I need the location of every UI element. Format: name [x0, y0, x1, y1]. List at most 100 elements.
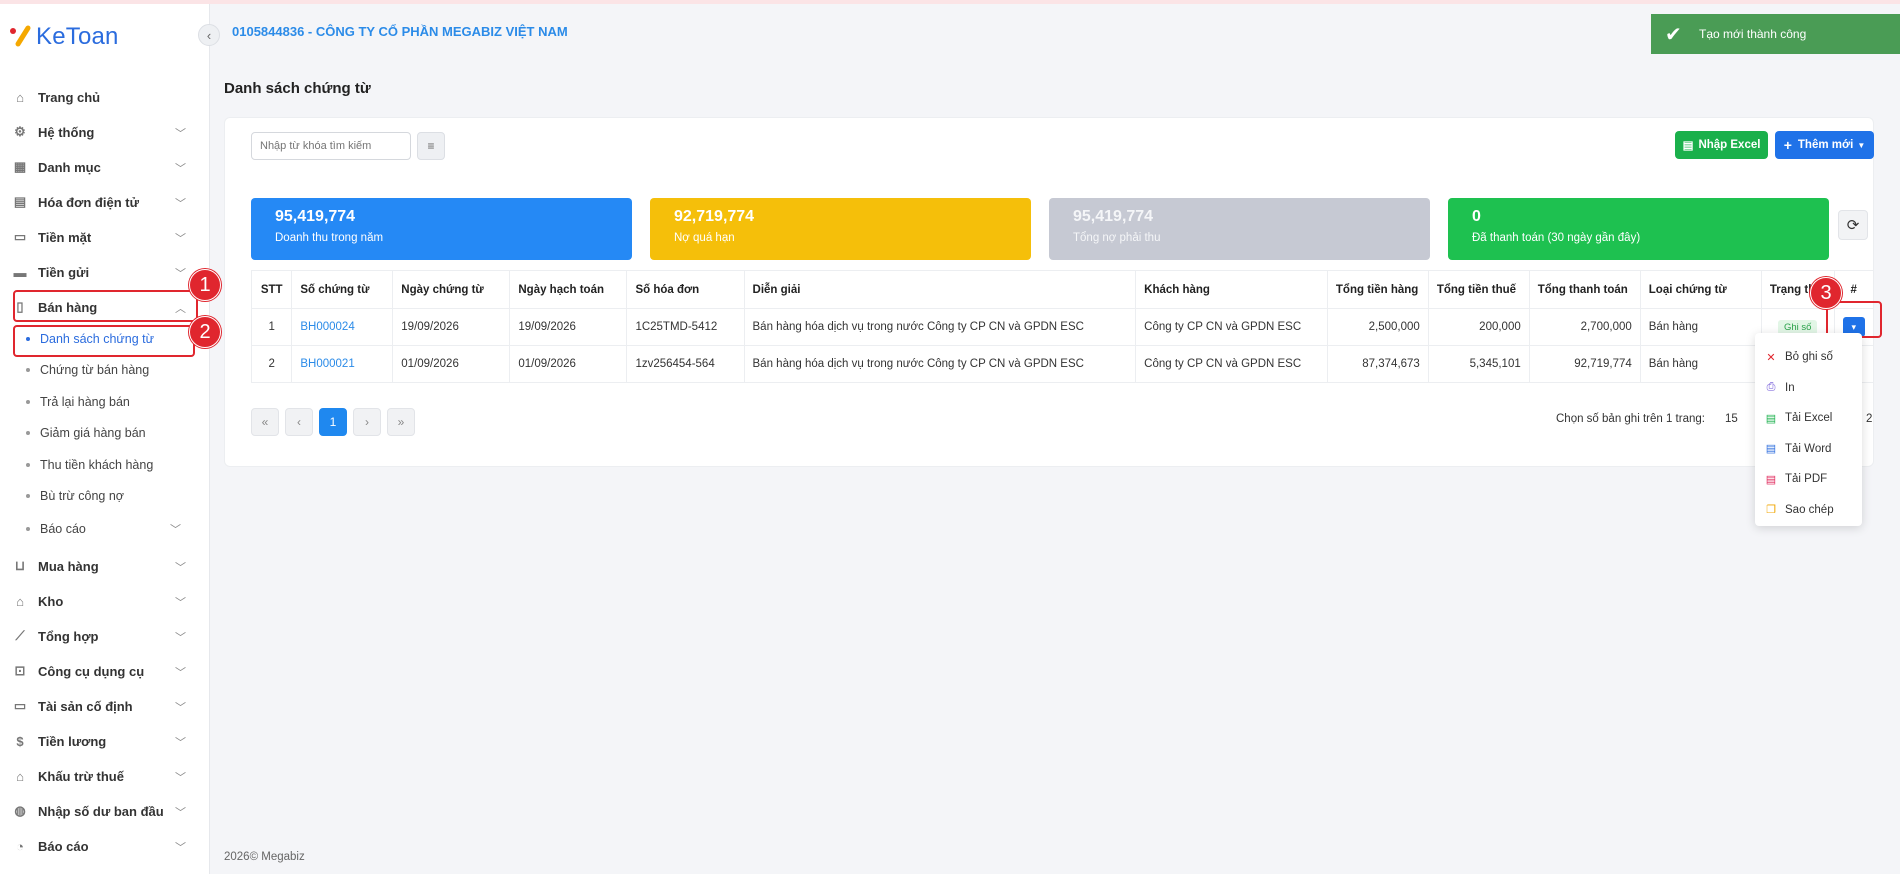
import-excel-button[interactable]: ▤ Nhập Excel — [1675, 131, 1768, 159]
column-header[interactable]: Diễn giải — [743, 270, 1137, 309]
sidebar-item-0[interactable]: ⌂ Trang chủ — [12, 82, 198, 112]
menu-item-2[interactable]: ▤ Tải Excel — [1765, 408, 1833, 428]
chevron-down-icon: ﹀ — [175, 597, 186, 609]
sidebar-item-label: Tài sản cố định — [38, 698, 133, 714]
column-header[interactable]: Tổng tiền thuế — [1427, 270, 1530, 309]
chevron-down-icon: ﹀ — [175, 128, 186, 140]
search-input[interactable] — [251, 132, 411, 160]
sidebar-subitem-2[interactable]: Trả lại hàng bán — [26, 391, 130, 413]
sidebar-item-10[interactable]: ⊡ Công cụ dụng cụ ﹀ — [12, 656, 198, 686]
refresh-button[interactable]: ⟳ — [1838, 210, 1868, 240]
column-header[interactable]: Số hóa đơn — [626, 270, 745, 309]
column-header[interactable]: STT — [250, 270, 293, 309]
next-page-button[interactable]: › — [353, 408, 381, 436]
first-page-button[interactable]: « — [251, 408, 279, 436]
content-card: ≡ ▤ Nhập Excel + Thêm mới ▼ 95,419,774 Do… — [224, 117, 1874, 467]
sidebar-subitem-1[interactable]: Chứng từ bán hàng — [26, 359, 149, 381]
sidebar-subitem-label: Báo cáo — [40, 522, 86, 536]
menu-item-0[interactable]: ✕ Bỏ ghi số — [1765, 347, 1833, 367]
menu-item-4[interactable]: ▤ Tải PDF — [1765, 469, 1827, 489]
per-page-select[interactable]: 15 — [1725, 413, 1738, 425]
sidebar-item-5[interactable]: ▬ Tiền gửi ﹀ — [12, 257, 198, 287]
sidebar-subitem-0[interactable]: Danh sách chứng từ — [26, 328, 154, 350]
grid-icon: ▦ — [13, 159, 27, 174]
table-row[interactable]: 1 BH000024 19/09/2026 19/09/2026 1C25TMD-541… — [250, 308, 1874, 346]
voucher-link[interactable]: BH000024 — [300, 321, 354, 333]
sidebar-subitem-label: Trả lại hàng bán — [40, 395, 130, 409]
menu-item-1[interactable]: ⎙ In — [1765, 378, 1795, 398]
sidebar-subitem-6[interactable]: Báo cáo ﹀ — [26, 518, 181, 540]
sidebar-item-11[interactable]: ▭ Tài sản cố định ﹀ — [12, 691, 198, 721]
stat-card-1: 92,719,774 Nợ quá hạn — [650, 198, 1031, 260]
add-new-button[interactable]: + Thêm mới ▼ — [1775, 131, 1874, 159]
warehouse-icon: ⌂ — [16, 593, 24, 609]
table-cell: Bán hàng — [1639, 308, 1762, 346]
chart-icon: ⟋ — [15, 628, 25, 643]
sidebar-subitem-label: Giảm giá hàng bán — [40, 426, 146, 440]
copy-icon: ❐ — [1766, 504, 1776, 516]
column-header[interactable]: Loại chứng từ — [1639, 270, 1762, 309]
toast-message: Tạo mới thành công — [1699, 27, 1807, 41]
sidebar-item-3[interactable]: ▤ Hóa đơn điện tử ﹀ — [12, 187, 198, 217]
sidebar-item-13[interactable]: ⌂ Khấu trừ thuế ﹀ — [12, 761, 198, 791]
column-header[interactable]: Khách hàng — [1135, 270, 1328, 309]
sidebar-subitem-5[interactable]: Bù trừ công nợ — [26, 485, 124, 507]
chevron-down-icon: ﹀ — [170, 524, 181, 536]
sidebar-subitem-label: Danh sách chứng từ — [40, 332, 155, 346]
table-cell: Bán hàng hóa dịch vụ trong nước Công ty … — [743, 345, 1137, 383]
car-icon: ▭ — [13, 698, 27, 713]
pdf-file-icon: ▤ — [1765, 473, 1777, 486]
cart-icon: ⊔ — [14, 558, 26, 573]
menu-item-3[interactable]: ▤ Tải Word — [1765, 439, 1832, 459]
column-header[interactable]: Số chứng từ — [291, 270, 394, 309]
sidebar-item-1[interactable]: ⚙ Hệ thống ﹀ — [12, 117, 198, 147]
sidebar-subitem-label: Thu tiền khách hàng — [40, 458, 154, 472]
menu-item-label: Tải PDF — [1785, 473, 1828, 485]
column-header[interactable]: Tổng thanh toán — [1528, 270, 1641, 309]
chevron-left-icon: ‹ — [297, 415, 301, 429]
sidebar-item-12[interactable]: $ Tiền lương ﹀ — [12, 726, 198, 756]
app-logo[interactable]: KeToan — [8, 22, 119, 52]
column-header[interactable]: Tổng tiền hàng — [1326, 270, 1429, 309]
sidebar-item-14[interactable]: ◍ Nhập số dư ban đầu ﹀ — [12, 796, 198, 826]
sidebar-subitem-4[interactable]: Thu tiền khách hàng — [26, 454, 153, 476]
table-body: 1 BH000024 19/09/2026 19/09/2026 1C25TMD-541… — [250, 308, 1874, 383]
menu-item-5[interactable]: ❐ Sao chép — [1765, 500, 1834, 520]
sidebar-subitem-3[interactable]: Giảm giá hàng bán — [26, 422, 146, 444]
voucher-link[interactable]: BH000021 — [300, 358, 354, 370]
chevron-right-icon: › — [365, 415, 369, 429]
last-page-button[interactable]: » — [387, 408, 415, 436]
page-1-button[interactable]: 1 — [319, 408, 347, 436]
sidebar-item-15[interactable]: ◔ Báo cáo ﹀ — [12, 831, 198, 861]
filter-button[interactable]: ≡ — [417, 132, 445, 160]
chevron-down-icon: ﹀ — [175, 772, 186, 784]
column-header[interactable]: Ngày chứng từ — [392, 270, 511, 309]
menu-item-label: Sao chép — [1785, 503, 1834, 516]
sidebar-item-8[interactable]: ⌂ Kho ﹀ — [12, 586, 198, 616]
sidebar-item-label: Khấu trừ thuế — [38, 768, 124, 784]
success-toast[interactable]: ✔ Tạo mới thành công — [1651, 14, 1900, 54]
page-title: Danh sách chứng từ — [224, 80, 371, 97]
table-row[interactable]: 2 BH000021 01/09/2026 01/09/2026 1zv256454-5… — [250, 345, 1874, 383]
sidebar-item-9[interactable]: ⟋ Tổng hợp ﹀ — [12, 621, 198, 651]
sidebar-item-label: Tiền lương — [38, 733, 107, 749]
sidebar-item-label: Bán hàng — [38, 299, 98, 315]
chevron-down-icon: ﹀ — [175, 667, 186, 679]
voucher-table: STT Số chứng từ Ngày chứng từ Ngày hạch toá… — [250, 270, 1874, 383]
bullet-icon — [26, 463, 30, 467]
sidebar-item-6[interactable]: ▯ Bán hàng ︿ — [12, 292, 198, 322]
import-excel-label: Nhập Excel — [1698, 139, 1761, 151]
stat-label: Đã thanh toán (30 ngày gần đây) — [1472, 232, 1641, 244]
bullet-icon — [26, 527, 30, 531]
column-header[interactable]: Ngày hạch toán — [509, 270, 628, 309]
table-cell: 01/09/2026 — [392, 345, 511, 383]
sidebar-item-4[interactable]: ▭ Tiền mặt ﹀ — [12, 222, 198, 252]
chevron-down-icon: ﹀ — [175, 562, 186, 574]
sidebar-item-2[interactable]: ▦ Danh mục ﹀ — [12, 152, 198, 182]
sidebar-item-label: Trang chủ — [38, 89, 101, 105]
prev-page-button[interactable]: ‹ — [285, 408, 313, 436]
pagination: « ‹ 1 › » — [251, 408, 415, 436]
excel-file-icon: ▤ — [1765, 412, 1777, 425]
sidebar-item-7[interactable]: ⊔ Mua hàng ﹀ — [12, 551, 198, 581]
sidebar-collapse-button[interactable]: ‹ — [198, 24, 220, 46]
